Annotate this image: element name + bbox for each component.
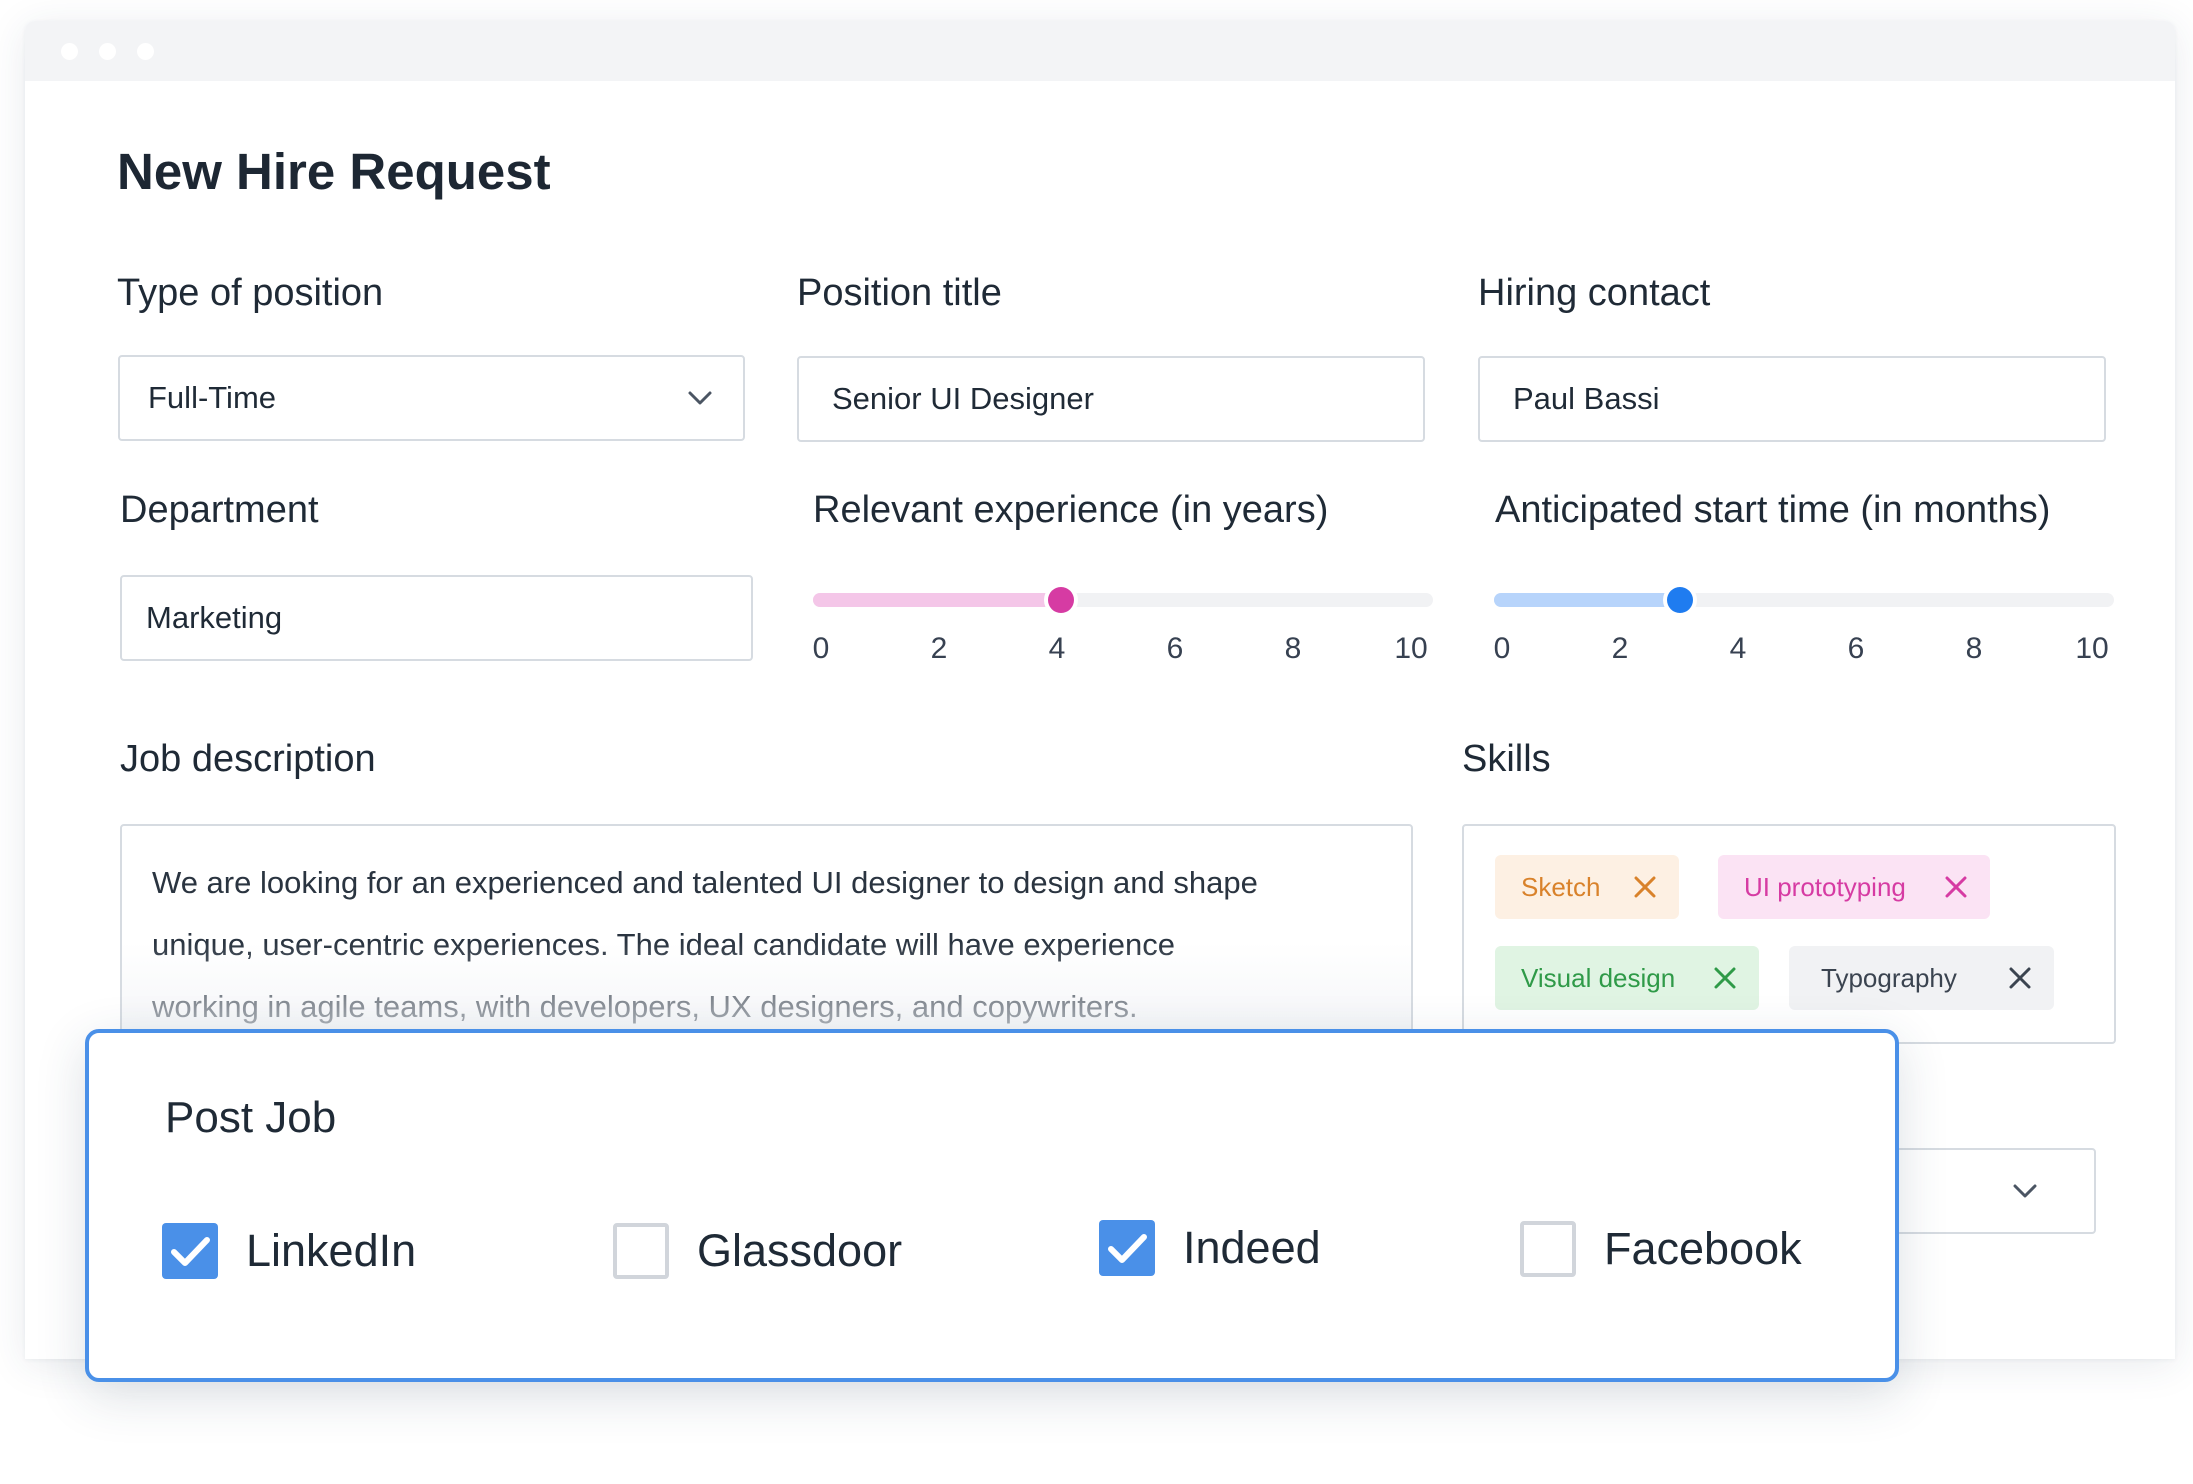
position-title-input[interactable]: Senior UI Designer <box>797 356 1425 442</box>
chevron-down-icon <box>2013 1184 2037 1198</box>
slider-tick-label: 4 <box>1729 632 1747 665</box>
experience-slider-fill <box>813 593 1061 607</box>
skills-label: Skills <box>1462 738 1551 780</box>
slider-tick-label: 8 <box>1284 632 1302 665</box>
slider-tick-label: 4 <box>1048 632 1066 665</box>
post-job-title: Post Job <box>165 1093 337 1142</box>
skill-tag-label: Visual design <box>1521 962 1676 993</box>
department-input[interactable]: Marketing <box>120 575 753 661</box>
job-description-textarea[interactable]: We are looking for an experienced and ta… <box>120 824 1413 1054</box>
slider-tick-label: 2 <box>1611 632 1629 665</box>
skill-tag-typography: Typography <box>1789 946 2054 1010</box>
linkedin-checkbox[interactable] <box>162 1223 218 1279</box>
option-label: Facebook <box>1604 1223 1802 1274</box>
close-icon[interactable] <box>1713 966 1737 990</box>
checkmark-icon <box>1108 1234 1147 1263</box>
window-titlebar <box>25 21 2175 81</box>
slider-tick-label: 2 <box>930 632 948 665</box>
start-time-slider-fill <box>1494 593 1680 607</box>
glassdoor-checkbox[interactable] <box>613 1223 669 1279</box>
slider-tick-label: 0 <box>812 632 830 665</box>
option-label: LinkedIn <box>246 1225 417 1276</box>
post-option-indeed[interactable]: Indeed <box>1099 1218 1321 1278</box>
hiring-contact-label: Hiring contact <box>1478 272 1711 314</box>
slider-tick-label: 8 <box>1965 632 1983 665</box>
slider-tick-label: 0 <box>1493 632 1511 665</box>
hiring-contact-value: Paul Bassi <box>1513 381 1660 416</box>
indeed-checkbox[interactable] <box>1099 1220 1155 1276</box>
close-icon[interactable] <box>1633 875 1657 899</box>
experience-slider[interactable] <box>813 587 1433 613</box>
checkmark-icon <box>171 1237 210 1266</box>
skill-tag-visual-design: Visual design <box>1495 946 1759 1010</box>
start-time-slider-thumb[interactable] <box>1667 587 1693 613</box>
position-type-value: Full-Time <box>148 380 277 415</box>
department-label: Department <box>120 489 319 531</box>
post-option-glassdoor[interactable]: Glassdoor <box>613 1221 902 1281</box>
slider-tick-label: 10 <box>2075 632 2109 665</box>
window-control-dot[interactable] <box>61 43 78 60</box>
window-control-dot[interactable] <box>99 43 116 60</box>
job-description-line: We are looking for an experienced and ta… <box>152 865 1258 900</box>
slider-tick-label: 10 <box>1394 632 1428 665</box>
skill-tag-label: UI prototyping <box>1744 871 1906 902</box>
position-title-value: Senior UI Designer <box>832 381 1094 416</box>
skill-tag-label: Sketch <box>1521 871 1601 902</box>
option-label: Indeed <box>1183 1222 1321 1273</box>
experience-label: Relevant experience (in years) <box>813 489 1329 531</box>
window-control-dot[interactable] <box>137 43 154 60</box>
position-type-select[interactable]: Full-Time <box>118 355 745 441</box>
skill-tag-label: Typography <box>1821 962 1957 993</box>
close-icon[interactable] <box>1944 875 1968 899</box>
experience-slider-thumb[interactable] <box>1048 587 1074 613</box>
position-title-label: Position title <box>797 272 1002 314</box>
job-description-line: unique, user-centric experiences. The id… <box>152 927 1176 962</box>
slider-tick-label: 6 <box>1847 632 1865 665</box>
skill-tag-sketch: Sketch <box>1495 855 1679 919</box>
hiring-contact-input[interactable]: Paul Bassi <box>1478 356 2106 442</box>
post-job-panel: Post Job LinkedIn Glassdoor Indeed Faceb… <box>85 1029 1899 1382</box>
post-option-linkedin[interactable]: LinkedIn <box>162 1221 416 1281</box>
start-time-label: Anticipated start time (in months) <box>1495 489 2051 531</box>
skill-tag-ui-prototyping: UI prototyping <box>1718 855 1990 919</box>
job-description-label: Job description <box>120 738 376 780</box>
option-label: Glassdoor <box>697 1225 903 1276</box>
facebook-checkbox[interactable] <box>1520 1221 1576 1277</box>
position-type-label: Type of position <box>117 272 384 314</box>
page-title: New Hire Request <box>117 143 551 200</box>
start-time-slider[interactable] <box>1494 587 2114 613</box>
chevron-down-icon <box>688 391 712 405</box>
department-value: Marketing <box>146 600 283 635</box>
slider-tick-label: 6 <box>1166 632 1184 665</box>
post-option-facebook[interactable]: Facebook <box>1520 1219 1802 1279</box>
close-icon[interactable] <box>2008 966 2032 990</box>
